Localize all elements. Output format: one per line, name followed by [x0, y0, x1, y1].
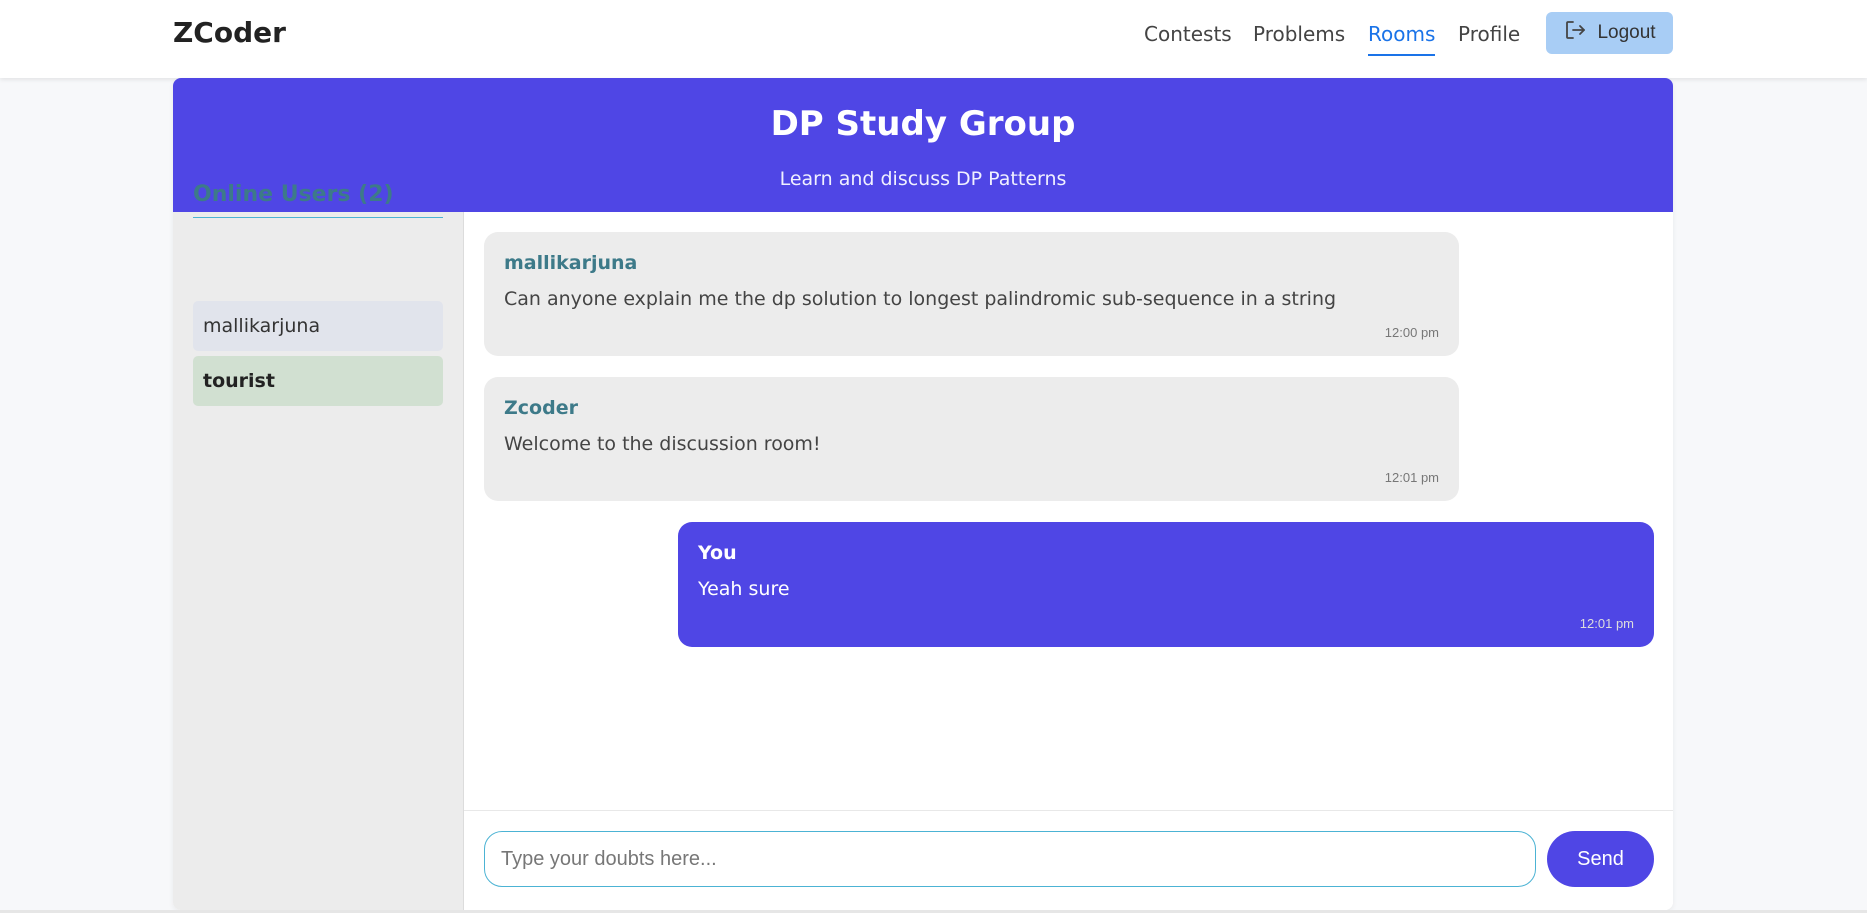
nav-link-profile[interactable]: Profile — [1458, 22, 1520, 46]
message-text: Welcome to the discussion room! — [504, 433, 821, 455]
online-user-item[interactable]: mallikarjuna — [193, 301, 443, 351]
brand-logo[interactable]: ZCoder — [173, 16, 286, 49]
top-navbar: ZCoder Contests Problems Rooms Profile L… — [0, 0, 1867, 78]
logout-icon — [1563, 18, 1587, 48]
nav-link-contests[interactable]: Contests — [1144, 22, 1232, 46]
message-time: 12:01 pm — [1579, 616, 1634, 631]
send-button[interactable]: Send — [1547, 831, 1654, 887]
logout-label: Logout — [1597, 22, 1656, 43]
message-composer: Send — [464, 810, 1673, 910]
chat-area: mallikarjuna Can anyone explain me the d… — [464, 212, 1673, 910]
room-title: DP Study Group — [770, 104, 1076, 144]
online-users-title: Online Users (2) — [193, 182, 443, 218]
message-author: You — [698, 542, 737, 564]
chat-message: Zcoder Welcome to the discussion room! 1… — [484, 377, 1459, 501]
logout-button[interactable]: Logout — [1546, 12, 1673, 54]
message-text: Yeah sure — [698, 578, 790, 600]
nav-link-problems[interactable]: Problems — [1253, 22, 1345, 46]
message-time: 12:01 pm — [1384, 470, 1439, 485]
message-text: Can anyone explain me the dp solution to… — [504, 288, 1337, 310]
room-panel: DP Study Group Learn and discuss DP Patt… — [173, 78, 1673, 910]
nav-link-rooms[interactable]: Rooms — [1368, 22, 1436, 56]
message-author: mallikarjuna — [504, 252, 638, 274]
chat-message: mallikarjuna Can anyone explain me the d… — [484, 232, 1459, 356]
message-time: 12:00 pm — [1384, 325, 1439, 340]
message-input[interactable] — [484, 831, 1536, 887]
message-author: Zcoder — [504, 397, 578, 419]
online-user-item[interactable]: tourist — [193, 356, 443, 406]
chat-message-self: You Yeah sure 12:01 pm — [678, 522, 1654, 647]
